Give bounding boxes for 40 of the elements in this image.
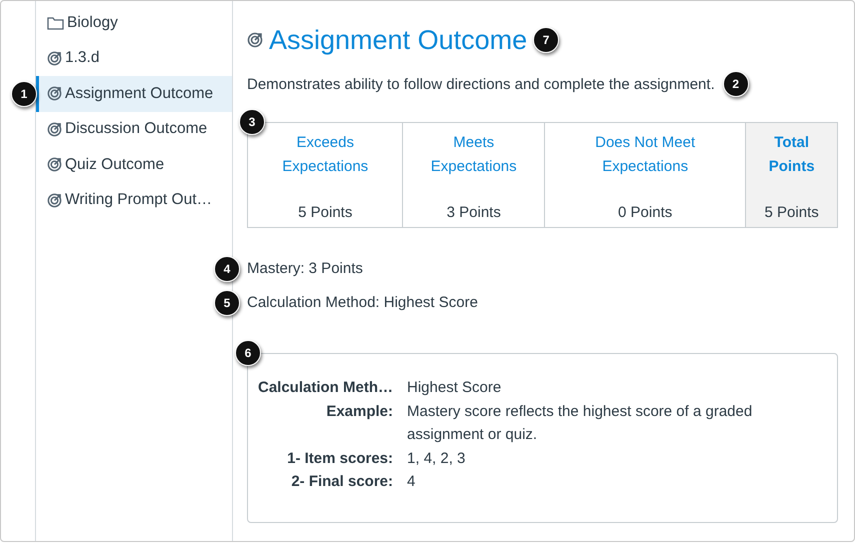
sidebar-item[interactable]: Writing Prompt Out…	[36, 182, 232, 218]
callout-badge: 2	[722, 71, 749, 97]
rating-heading: Exceeds Expectations	[281, 133, 370, 177]
target-icon	[47, 50, 62, 66]
points-text: 5 Points	[764, 204, 819, 221]
sidebar-item[interactable]: 1.3.d	[36, 40, 232, 76]
target-icon	[247, 32, 263, 48]
points-text: 0 Points	[618, 204, 672, 221]
target-icon	[47, 157, 62, 172]
callout-badge: 7	[533, 27, 560, 53]
detail-value: 1, 4, 2, 3	[407, 448, 466, 468]
points-text: 3 Points	[446, 204, 501, 221]
callout-badge: 5	[214, 290, 240, 316]
folder-icon	[47, 16, 64, 30]
calculation-method-text: Calculation Method: Highest Score	[247, 294, 479, 311]
detail-value: Highest Score	[407, 378, 502, 398]
target-icon	[47, 86, 62, 102]
sidebar-item[interactable]: Discussion Outcome	[36, 112, 232, 147]
detail-value: 4	[407, 472, 416, 492]
mastery-text: Mastery: 3 Points	[247, 260, 364, 277]
outcome-description: Demonstrates ability to follow directions and complete the assignment.	[247, 76, 715, 92]
callout-badge: 4	[214, 256, 240, 282]
rating-heading: Meets Expectations	[430, 133, 518, 177]
sidebar-item[interactable]: Quiz Outcome	[36, 147, 232, 182]
detail-label: Calculation Meth…	[258, 378, 394, 398]
detail-value: Mastery score reflects the highest score of a graded assignment or quiz.	[407, 402, 754, 445]
callout-badge: 6	[235, 340, 261, 366]
target-icon	[47, 192, 62, 208]
rating-heading: Does Not Meet Expectations	[594, 133, 696, 177]
detail-label: 1- Item scores:	[286, 448, 394, 468]
sidebar-item[interactable]: Assignment Outcome	[36, 76, 232, 112]
detail-label: Example:	[325, 402, 394, 422]
callout-badge: 3	[239, 109, 265, 135]
sidebar-item[interactable]: Biology	[36, 5, 232, 40]
points-text: 5 Points	[298, 204, 352, 221]
target-icon	[47, 122, 62, 137]
callout-badge: 1	[11, 81, 37, 107]
total-heading: Total Points	[768, 133, 816, 177]
detail-label: 2- Final score:	[290, 472, 394, 492]
outcome-title: Assignment Outcome	[269, 24, 528, 56]
